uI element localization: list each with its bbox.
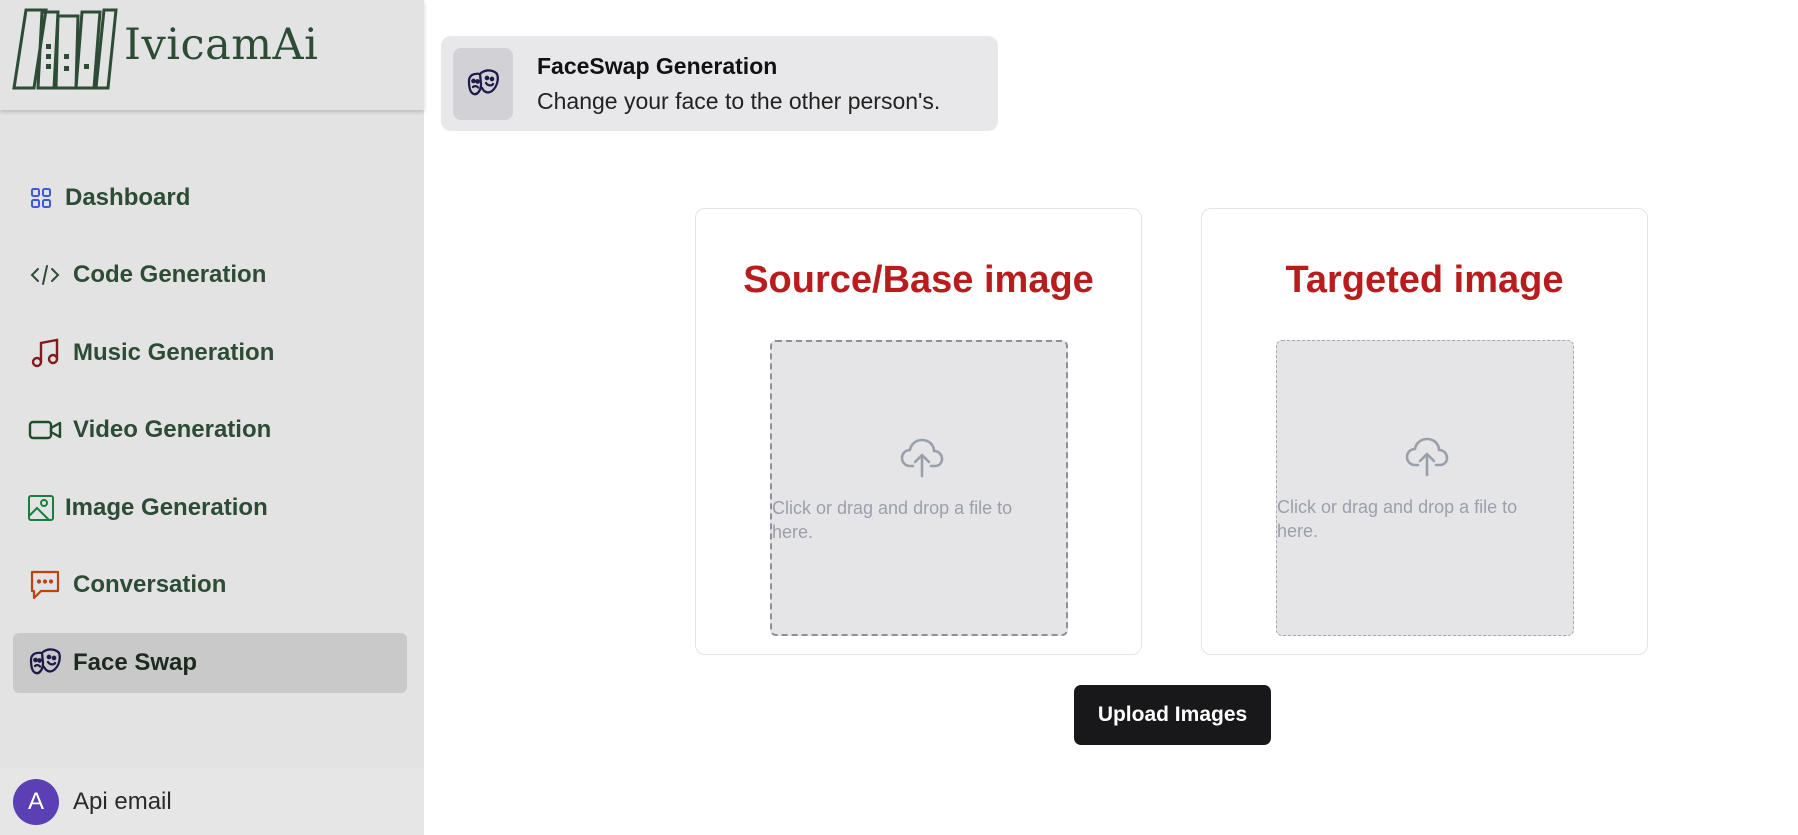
sidebar-item-label: Face Swap — [73, 649, 198, 676]
target-image-title: Targeted image — [1285, 259, 1564, 301]
page-subtitle: Change your face to the other person's. — [537, 87, 941, 114]
sidebar-item-label: Video Generation — [73, 416, 272, 443]
sidebar-item-music-generation[interactable]: Music Generation — [13, 323, 407, 383]
masks-icon — [453, 47, 513, 120]
upload-images-button[interactable]: Upload Images — [1074, 685, 1271, 745]
sidebar-item-label: Music Generation — [73, 339, 275, 366]
sidebar-item-code-generation[interactable]: Code Generation — [13, 245, 407, 305]
sidebar: IvicamAi Dashboard Code Generation Music… — [0, 0, 424, 835]
video-icon — [25, 414, 65, 446]
sidebar-item-dashboard[interactable]: Dashboard — [13, 168, 407, 228]
page-header: FaceSwap Generation Change your face to … — [441, 36, 998, 131]
sidebar-item-label: Code Generation — [73, 261, 267, 288]
app-logo-text: IvicamAi — [124, 20, 319, 70]
sidebar-item-label: Image Generation — [65, 494, 268, 521]
message-icon — [25, 569, 65, 601]
logo-icon — [12, 8, 118, 90]
music-icon — [25, 337, 65, 369]
sidebar-item-label: Dashboard — [65, 184, 191, 211]
sidebar-item-image-generation[interactable]: Image Generation — [13, 478, 407, 538]
sidebar-item-label: Conversation — [73, 571, 227, 598]
masks-icon — [25, 647, 65, 679]
dropzone-hint: Click or drag and drop a file to here. — [772, 498, 1013, 542]
dropzone-hint: Click or drag and drop a file to here. — [1277, 497, 1518, 541]
code-icon — [25, 259, 65, 291]
user-name: Api email — [73, 787, 172, 815]
page-title: FaceSwap Generation — [537, 52, 778, 79]
user-profile[interactable]: A Api email — [0, 768, 424, 835]
image-icon — [25, 492, 57, 524]
target-image-card: Targeted image Click or drag and drop a … — [1201, 208, 1648, 655]
sidebar-item-face-swap[interactable]: Face Swap — [13, 633, 407, 693]
source-image-dropzone[interactable]: Click or drag and drop a file to here. — [770, 340, 1068, 636]
avatar: A — [13, 778, 59, 825]
cloud-upload-icon — [900, 438, 944, 478]
source-image-card: Source/Base image Click or drag and drop… — [695, 208, 1142, 655]
grid-icon — [25, 182, 57, 214]
source-image-title: Source/Base image — [743, 259, 1094, 301]
logo-bar: IvicamAi — [0, 0, 424, 110]
cloud-upload-icon — [1405, 437, 1449, 477]
sidebar-item-conversation[interactable]: Conversation — [13, 555, 407, 615]
target-image-dropzone[interactable]: Click or drag and drop a file to here. — [1276, 340, 1574, 636]
sidebar-item-video-generation[interactable]: Video Generation — [13, 400, 407, 460]
